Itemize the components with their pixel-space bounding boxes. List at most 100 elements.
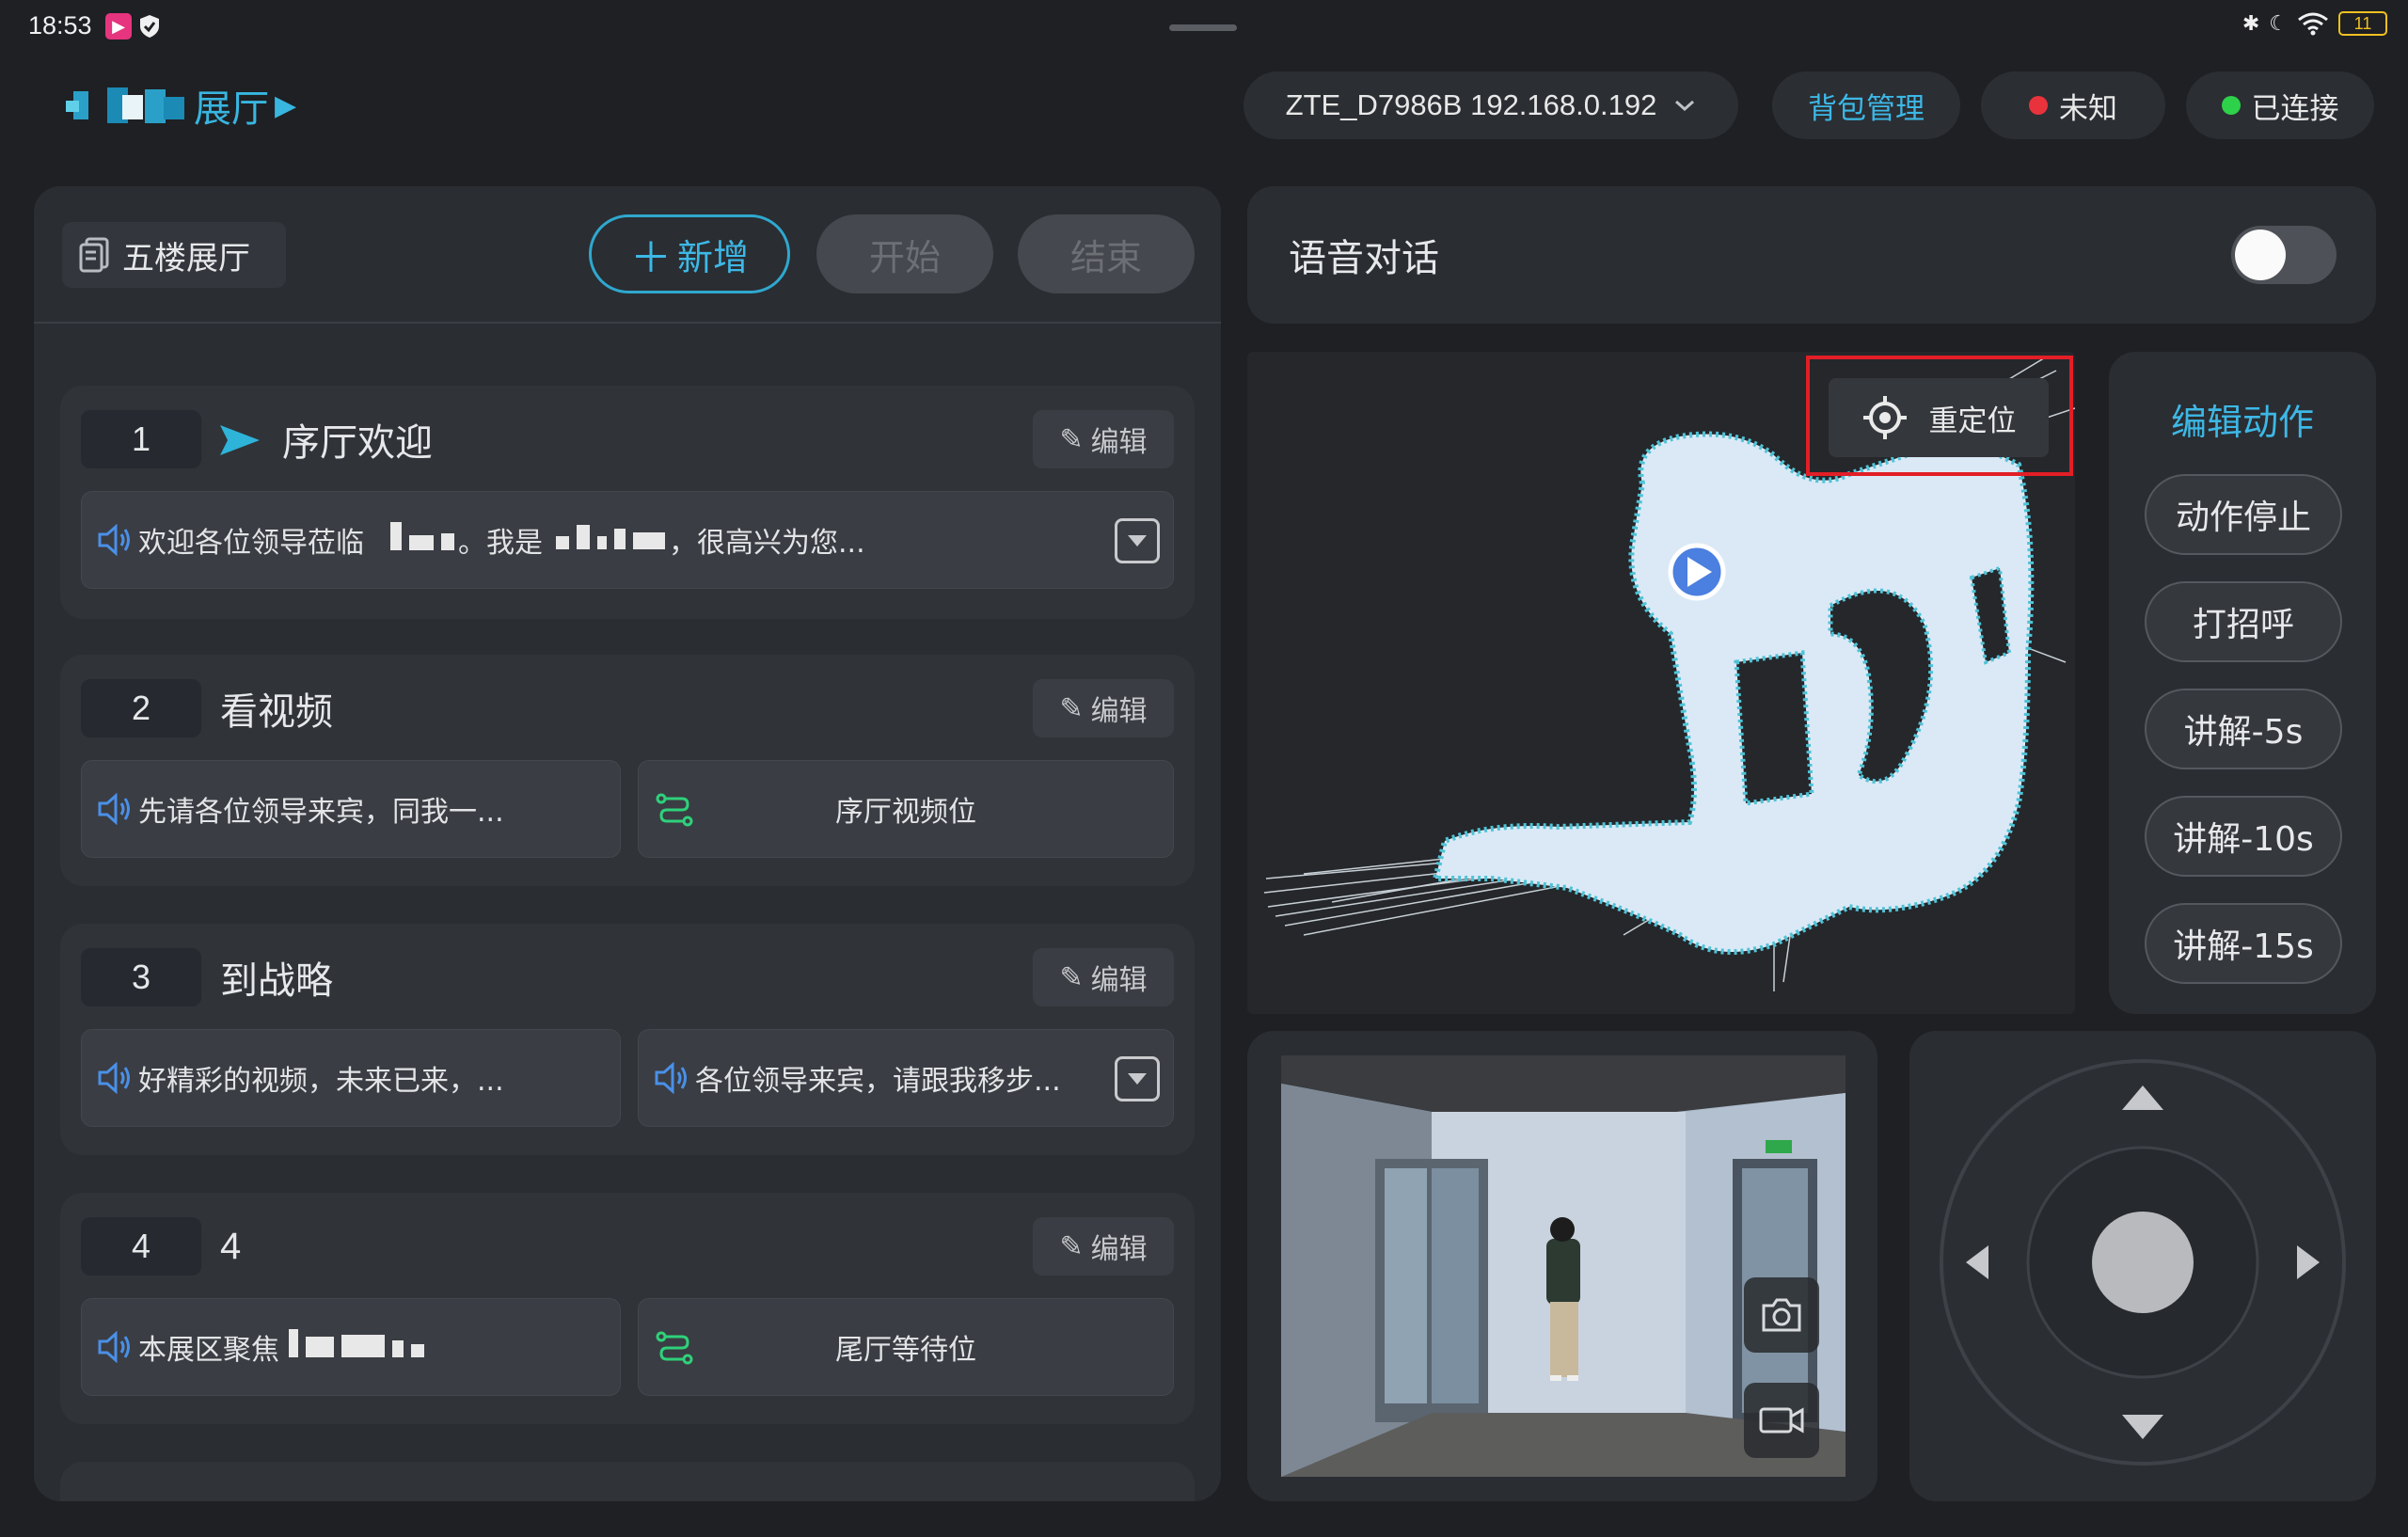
wifi-icon — [2298, 12, 2328, 36]
status-connected-badge[interactable]: 已连接 — [2186, 71, 2374, 139]
tour-panel: 五楼展厅 ＋ 新增 开始 结束 1 序厅欢迎 ✎ 编辑 欢迎各位领导莅临 。我是… — [34, 186, 1221, 1501]
speaker-icon — [98, 793, 130, 825]
crosshair-icon — [1862, 396, 1907, 439]
route-box[interactable]: 尾厅等待位 — [638, 1298, 1174, 1396]
app-title: 展厅 — [194, 87, 269, 131]
speech-text: 欢迎各位领导莅临 — [138, 527, 364, 560]
speech-text: 先请各位领导来宾，同我一... — [138, 796, 504, 829]
step-card: 4 4 ✎ 编辑 本展区聚焦 尾厅等待位 — [60, 1193, 1195, 1424]
add-button[interactable]: ＋ 新增 — [589, 214, 790, 293]
camera-panel — [1247, 1031, 1877, 1501]
step-title: 4 — [220, 1225, 242, 1267]
plus-icon: ＋ — [629, 234, 672, 282]
action-explain-10s-button[interactable]: 讲解-10s — [2145, 796, 2342, 877]
joystick-panel — [1909, 1031, 2376, 1501]
speech-box[interactable]: 好精彩的视频，未来已来，... — [81, 1029, 621, 1127]
speaker-icon — [655, 1062, 687, 1094]
speech-text: 本展区聚焦 — [138, 1334, 279, 1367]
edit-button[interactable]: ✎ 编辑 — [1033, 948, 1174, 1006]
edit-button-label: 编辑 — [1090, 964, 1148, 997]
step-title: 到战略 — [220, 959, 333, 1003]
red-dot-icon — [2029, 96, 2048, 115]
floor-label: 五楼展厅 — [122, 239, 250, 277]
step-card: 3 到战略 ✎ 编辑 好精彩的视频，未来已来，... 各位领导来宾，请跟我移步.… — [60, 924, 1195, 1155]
step-number: 2 — [81, 679, 201, 737]
route-icon — [656, 1331, 693, 1365]
redacted-text — [285, 1329, 428, 1365]
tour-panel-header: 五楼展厅 ＋ 新增 开始 结束 — [34, 186, 1221, 324]
step-number: 1 — [81, 410, 201, 468]
bluetooth-icon: ✱ — [2242, 11, 2260, 36]
voice-toggle[interactable] — [2231, 226, 2337, 284]
voice-panel: 语音对话 — [1247, 186, 2376, 324]
speech-box[interactable]: 欢迎各位领导莅临 。我是 ，很高兴为您... — [81, 491, 1174, 589]
step-card-partial — [60, 1462, 1195, 1501]
relocate-button[interactable]: 重定位 — [1829, 378, 2049, 457]
status-unknown-label: 未知 — [2059, 91, 2117, 126]
send-arrow-icon — [220, 425, 260, 455]
step-title: 序厅欢迎 — [282, 421, 433, 465]
action-panel: 编辑动作 动作停止 打招呼 讲解-5s 讲解-10s 讲解-15s — [2109, 352, 2376, 1014]
speaker-icon — [98, 1062, 130, 1094]
start-button[interactable]: 开始 — [816, 214, 993, 293]
wifi-select-value: ZTE_D7986B 192.168.0.192 — [1285, 88, 1657, 121]
action-stop-button[interactable]: 动作停止 — [2145, 474, 2342, 555]
toggle-knob — [2235, 230, 2286, 280]
shield-icon — [140, 15, 159, 38]
action-explain-5s-button[interactable]: 讲解-5s — [2145, 689, 2342, 769]
edit-button[interactable]: ✎ 编辑 — [1033, 679, 1174, 737]
step-title: 看视频 — [220, 690, 333, 734]
speech-box[interactable]: 各位领导来宾，请跟我移步... — [638, 1029, 1174, 1127]
triangle-down-icon — [1128, 535, 1147, 547]
speech-box[interactable]: 先请各位领导来宾，同我一... — [81, 760, 621, 858]
voice-title: 语音对话 — [1289, 237, 1439, 280]
route-box[interactable]: 序厅视频位 — [638, 760, 1174, 858]
video-camera-icon — [1759, 1407, 1804, 1434]
status-unknown-badge[interactable]: 未知 — [1981, 71, 2165, 139]
edit-button[interactable]: ✎ 编辑 — [1033, 410, 1174, 468]
pencil-icon: ✎ — [1059, 691, 1084, 725]
wifi-select[interactable]: ZTE_D7986B 192.168.0.192 — [1244, 71, 1738, 139]
backpack-button[interactable]: 背包管理 — [1772, 71, 1960, 139]
edit-button[interactable]: ✎ 编辑 — [1033, 1217, 1174, 1276]
redacted-text — [387, 522, 458, 558]
step-card: 1 序厅欢迎 ✎ 编辑 欢迎各位领导莅临 。我是 ，很高兴为您... — [60, 386, 1195, 619]
speaker-icon — [98, 524, 130, 556]
speech-text: 各位领导来宾，请跟我移步... — [695, 1065, 1061, 1098]
app-notification-icon: ▶ — [105, 13, 132, 40]
play-arrow-icon: ▶ — [275, 88, 297, 122]
battery-indicator: 11 — [2338, 11, 2387, 36]
green-dot-icon — [2221, 96, 2241, 115]
pencil-icon: ✎ — [1059, 1229, 1084, 1263]
snapshot-button[interactable] — [1744, 1277, 1819, 1353]
step-number: 4 — [81, 1217, 201, 1276]
edit-button-label: 编辑 — [1090, 695, 1148, 728]
record-button[interactable] — [1744, 1383, 1819, 1458]
step-card: 2 看视频 ✎ 编辑 先请各位领导来宾，同我一... 序厅视频位 — [60, 655, 1195, 886]
expand-dropdown[interactable] — [1115, 518, 1160, 563]
drag-handle[interactable] — [1169, 24, 1237, 31]
joystick[interactable] — [1938, 1057, 2348, 1467]
status-time: 18:53 — [28, 11, 92, 40]
camera-icon — [1762, 1298, 1801, 1332]
action-greet-button[interactable]: 打招呼 — [2145, 581, 2342, 662]
pencil-icon: ✎ — [1059, 960, 1084, 994]
action-explain-15s-button[interactable]: 讲解-15s — [2145, 903, 2342, 984]
triangle-down-icon — [1128, 1073, 1147, 1085]
speech-box[interactable]: 本展区聚焦 — [81, 1298, 621, 1396]
expand-dropdown[interactable] — [1115, 1056, 1160, 1101]
app-logo[interactable]: 展厅 ▶ — [66, 79, 296, 132]
edit-actions-link[interactable]: 编辑动作 — [2109, 393, 2376, 445]
route-label: 序厅视频位 — [835, 796, 976, 829]
moon-icon: ☾ — [2269, 11, 2288, 36]
edit-button-label: 编辑 — [1090, 1233, 1148, 1266]
floor-selector[interactable]: 五楼展厅 — [62, 222, 286, 288]
route-icon — [656, 793, 693, 827]
speech-text-end: ，很高兴为您... — [669, 527, 865, 560]
pencil-icon: ✎ — [1059, 422, 1084, 456]
speaker-icon — [98, 1331, 130, 1363]
speech-text-mid: 。我是 — [458, 527, 543, 560]
end-button[interactable]: 结束 — [1018, 214, 1195, 293]
route-label: 尾厅等待位 — [835, 1334, 976, 1367]
speech-text: 好精彩的视频，未来已来，... — [138, 1065, 504, 1098]
